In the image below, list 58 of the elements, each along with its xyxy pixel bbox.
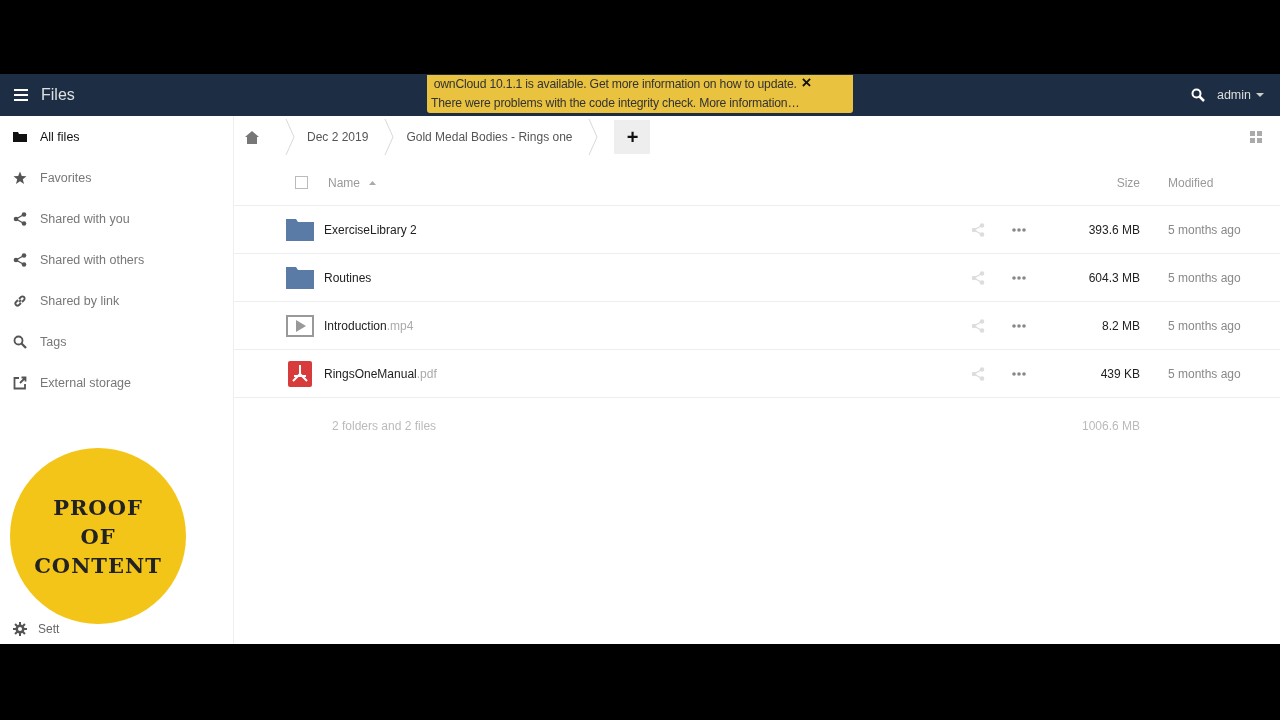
more-icon[interactable] (1012, 275, 1026, 280)
breadcrumb-separator (384, 119, 395, 155)
sticker-text: PROOF (53, 493, 143, 522)
breadcrumb-link[interactable]: Dec 2 2019 (307, 130, 369, 144)
more-icon[interactable] (1012, 323, 1026, 328)
settings-link[interactable]: Sett (38, 622, 60, 636)
gear-icon[interactable] (13, 622, 27, 636)
pdf-icon (286, 360, 314, 387)
sidebar-item[interactable]: Shared with you (0, 198, 233, 239)
summary-size: 1006.6 MB (1080, 419, 1140, 433)
app-title: Files (41, 86, 75, 104)
search-icon[interactable] (1190, 88, 1205, 102)
search-icon (13, 334, 27, 349)
folder-icon (286, 266, 314, 289)
modified-date: 5 months ago (1167, 318, 1242, 333)
sticker-text: CONTENT (34, 551, 162, 580)
menu-icon[interactable] (14, 89, 28, 101)
modified-date: 5 months ago (1167, 222, 1242, 237)
folder-icon (286, 218, 314, 241)
external-link-icon (13, 375, 27, 390)
more-icon[interactable] (1012, 227, 1026, 232)
file-name[interactable]: RingsOneManual.pdf (324, 366, 437, 381)
share-icon (13, 211, 27, 226)
play-icon (286, 314, 314, 337)
sidebar-item[interactable]: Shared with others (0, 239, 233, 280)
sort-icon[interactable] (369, 180, 376, 185)
modified-date: 5 months ago (1167, 270, 1242, 285)
caret-icon[interactable] (1256, 93, 1264, 97)
sidebar-item[interactable]: All files (0, 116, 233, 157)
file-name[interactable]: ExerciseLibrary 2 (324, 222, 417, 237)
new-button[interactable]: + (614, 120, 651, 154)
file-size: 439 KB (1099, 366, 1140, 381)
file-name[interactable]: Introduction.mp4 (324, 318, 414, 333)
file-size: 8.2 MB (1101, 318, 1140, 333)
link-icon (13, 293, 27, 308)
sidebar-item[interactable]: Shared by link (0, 280, 233, 321)
more-icon[interactable] (1012, 371, 1026, 376)
file-size: 393.6 MB (1087, 222, 1140, 237)
grid-view-icon[interactable] (1250, 131, 1262, 143)
folder-icon (13, 129, 27, 144)
select-all-checkbox[interactable] (295, 176, 308, 189)
file-name[interactable]: Routines (324, 270, 372, 285)
sticker-text: OF (80, 522, 116, 551)
notification-text: ownCloud 10.1.1 is available. Get more information on how to update. There were problems with the code integrity check. More information… (430, 76, 800, 112)
user-menu[interactable]: admin (1216, 88, 1264, 102)
close-button[interactable]: × (799, 75, 812, 91)
home-icon[interactable] (245, 130, 259, 144)
sidebar-item[interactable]: External storage (0, 362, 233, 403)
sidebar-item[interactable]: Tags (0, 321, 233, 362)
breadcrumb-link[interactable]: Gold Medal Bodies - Rings one (406, 130, 573, 144)
breadcrumb-separator (588, 119, 599, 155)
share-icon (13, 252, 27, 267)
sidebar-item[interactable]: Favorites (0, 157, 233, 198)
file-size: 604.3 MB (1087, 270, 1140, 285)
star-icon (13, 170, 27, 185)
summary-count: 2 folders and 2 files (331, 419, 438, 433)
modified-date: 5 months ago (1167, 366, 1242, 381)
breadcrumb-separator (285, 119, 295, 155)
